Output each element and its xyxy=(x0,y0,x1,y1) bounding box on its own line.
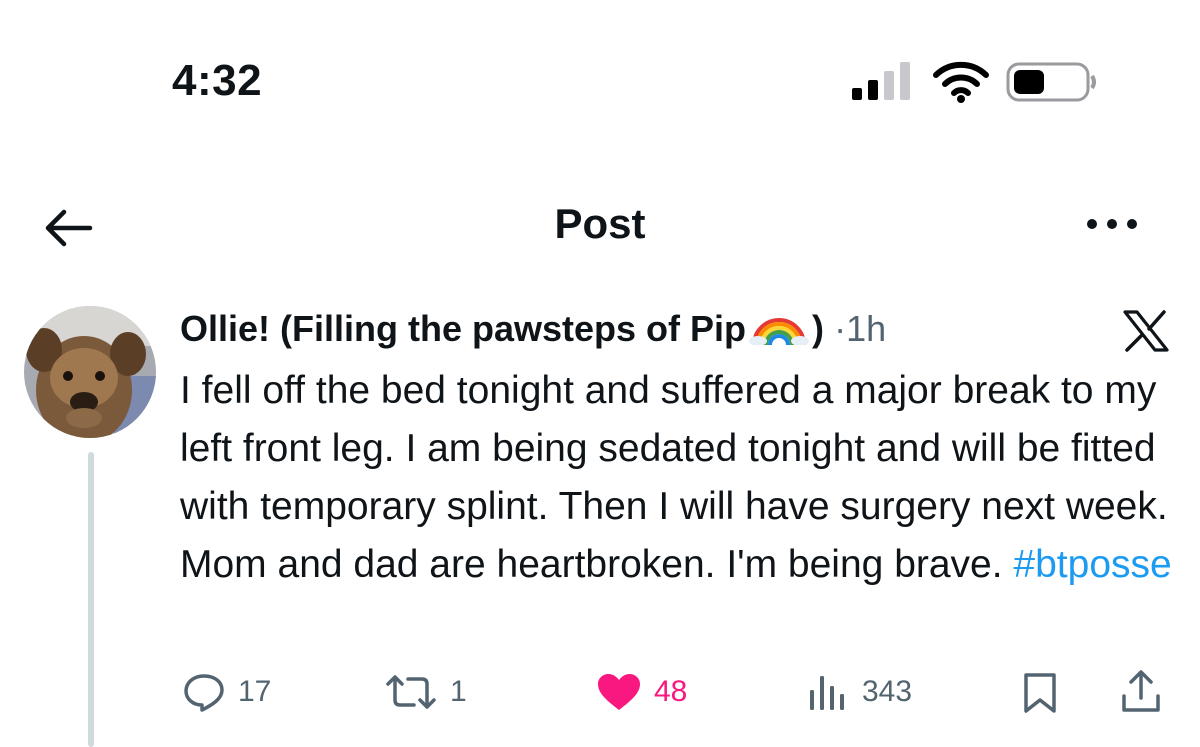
wifi-icon xyxy=(933,61,989,103)
display-name[interactable]: Ollie! (Filling the pawsteps of Pip xyxy=(180,308,746,349)
like-button[interactable]: 48 xyxy=(596,672,687,712)
reply-count: 17 xyxy=(238,675,272,708)
bookmark-icon[interactable] xyxy=(1022,672,1058,714)
thread-line xyxy=(88,452,94,747)
reply-button[interactable]: 17 xyxy=(182,672,271,712)
repost-count: 1 xyxy=(450,675,467,708)
status-time: 4:32 xyxy=(172,56,263,105)
like-count: 48 xyxy=(654,675,688,708)
heart-icon xyxy=(598,674,640,710)
views-icon xyxy=(810,676,844,710)
views-button[interactable]: 343 xyxy=(806,672,912,712)
avatar[interactable] xyxy=(24,306,156,438)
meta-separator: · xyxy=(834,308,847,349)
reply-icon xyxy=(184,674,224,712)
repost-icon xyxy=(386,675,436,709)
post-timestamp[interactable]: 1h xyxy=(846,308,886,349)
post-header: Ollie! (Filling the pawsteps of Pip ) ·1… xyxy=(180,306,886,352)
rainbow-emoji-icon xyxy=(749,318,810,345)
post-body: I fell off the bed tonight and suffered … xyxy=(180,362,1180,594)
dog-avatar-image xyxy=(24,306,156,438)
views-count: 343 xyxy=(862,675,913,708)
more-options-icon[interactable] xyxy=(1084,212,1140,236)
hashtag-link[interactable]: #btposse xyxy=(1013,543,1171,586)
cellular-signal-icon xyxy=(852,62,910,100)
repost-button[interactable]: 1 xyxy=(384,672,467,712)
battery-icon xyxy=(1006,62,1096,102)
x-logo-icon xyxy=(1123,310,1169,352)
display-name-suffix: ) xyxy=(812,308,825,349)
page-title: Post xyxy=(554,200,646,247)
share-icon[interactable] xyxy=(1120,668,1162,714)
